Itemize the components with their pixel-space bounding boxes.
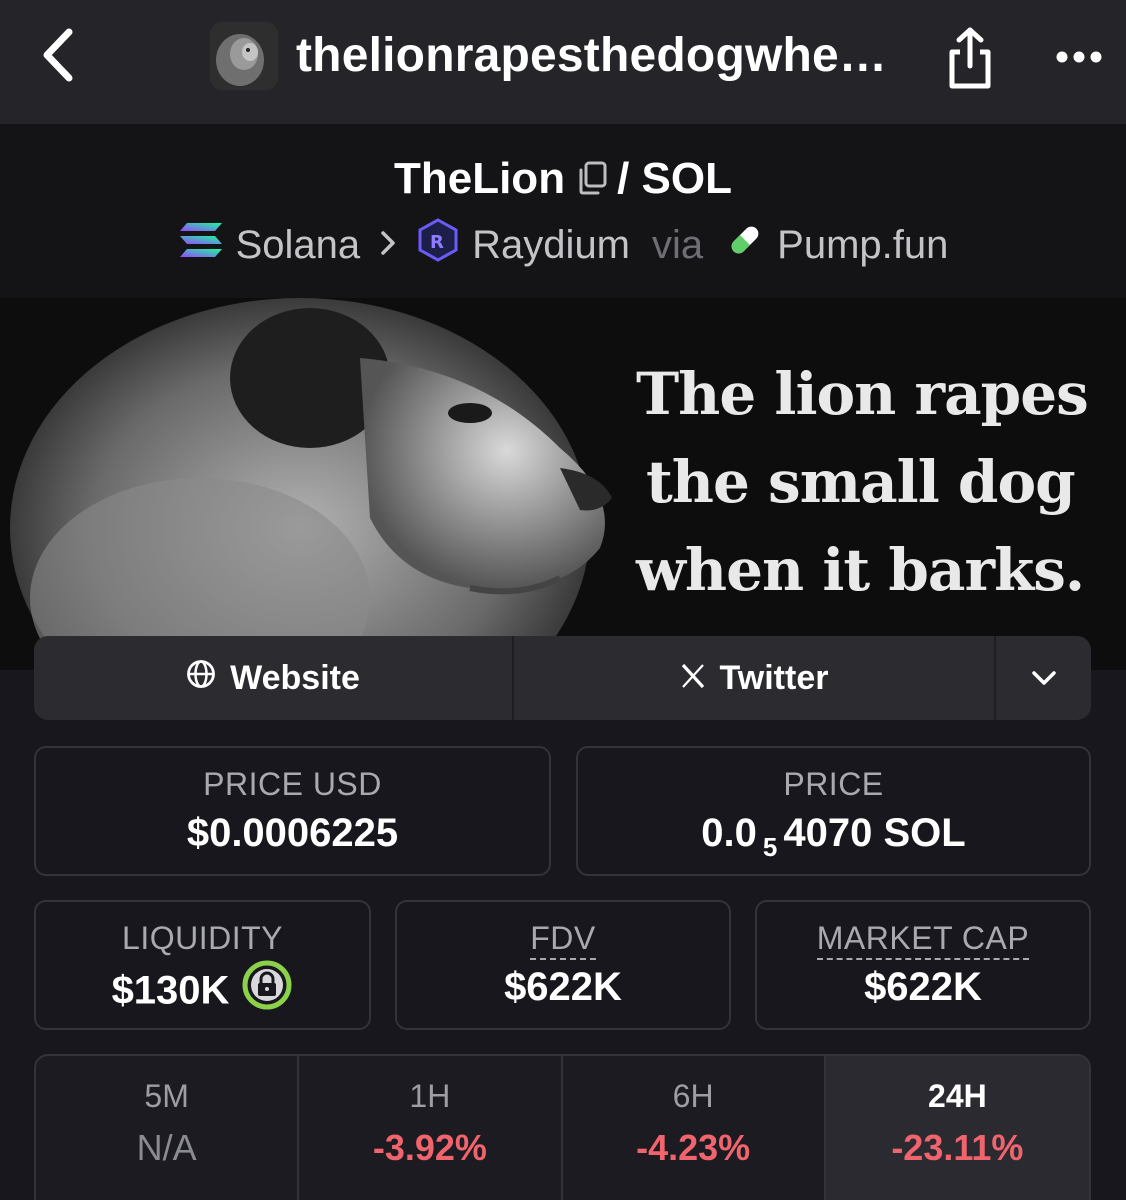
liquidity-value: $130K xyxy=(111,968,230,1013)
price-native-card: PRICE 0.0 5 4070 SOL xyxy=(576,746,1091,876)
fdv-label: FDV xyxy=(530,920,596,960)
liquidity-label: LIQUIDITY xyxy=(122,920,283,956)
pair-title: TheLion / SOL xyxy=(0,154,1126,206)
price-suffix: 4070 SOL xyxy=(783,811,966,855)
chevron-left-icon xyxy=(43,28,73,82)
tab-1h[interactable]: 1H -3.92% xyxy=(299,1056,563,1200)
token-banner-image: The lion rapes the small dog when it bar… xyxy=(0,298,1126,670)
liquidity-value-row: $130K xyxy=(36,960,369,1021)
banner-caption: The lion rapes the small dog when it bar… xyxy=(636,350,1106,614)
site-title: thelionrapesthedogwhe… xyxy=(296,29,888,82)
fdv-card[interactable]: FDV $622K xyxy=(395,900,731,1030)
via-label: via xyxy=(652,222,704,267)
price-usd-label: PRICE USD xyxy=(203,766,382,802)
tab-change-value: -23.11% xyxy=(891,1127,1024,1168)
tab-change-value: N/A xyxy=(136,1127,197,1168)
twitter-label: Twitter xyxy=(719,658,829,697)
x-icon xyxy=(680,659,706,698)
chevron-down-icon xyxy=(1031,671,1056,685)
twitter-button[interactable]: Twitter xyxy=(514,636,996,720)
banner-line: when it barks. xyxy=(636,536,1085,604)
tab-change-value: -4.23% xyxy=(636,1127,751,1168)
quote-token-symbol: SOL xyxy=(641,154,732,203)
more-links-button[interactable] xyxy=(996,636,1091,720)
raydium-icon: R xyxy=(416,218,460,272)
breadcrumb-chevron-icon xyxy=(380,226,396,265)
back-button[interactable] xyxy=(30,22,86,88)
copy-icon[interactable] xyxy=(577,156,607,206)
website-label: Website xyxy=(230,658,360,697)
price-usd-value: $0.0006225 xyxy=(186,811,399,855)
tab-label: 6H xyxy=(672,1078,714,1114)
share-button[interactable] xyxy=(940,22,1000,94)
market-cap-value: $622K xyxy=(864,965,982,1009)
svg-text:R: R xyxy=(430,232,444,253)
price-subscript: 5 xyxy=(762,832,778,862)
price-prefix: 0.0 xyxy=(701,811,757,855)
more-options-button[interactable] xyxy=(1048,30,1110,84)
token-avatar xyxy=(210,22,278,90)
liquidity-card: LIQUIDITY $130K xyxy=(34,900,371,1030)
dex-link[interactable]: Raydium xyxy=(472,223,630,268)
chain-breadcrumb: Solana R Raydium via Pump.fun xyxy=(0,218,1126,272)
tab-5m[interactable]: 5M N/A xyxy=(36,1056,300,1200)
tab-6h[interactable]: 6H -4.23% xyxy=(563,1056,826,1200)
share-icon xyxy=(949,27,991,89)
social-links-bar: Website Twitter xyxy=(34,636,1091,720)
pair-separator: / xyxy=(617,154,630,203)
tab-change-value: -3.92% xyxy=(372,1127,487,1168)
solana-icon xyxy=(178,221,224,269)
price-usd-card: PRICE USD $0.0006225 xyxy=(34,746,551,876)
fdv-value: $622K xyxy=(504,965,622,1009)
price-change-tabs: 5M N/A 1H -3.92% 6H -4.23% 24H -23.11% xyxy=(34,1054,1091,1200)
banner-line: the small dog xyxy=(646,448,1076,516)
tab-label: 24H xyxy=(928,1078,987,1114)
banner-line: The lion rapes xyxy=(636,360,1089,428)
website-button[interactable]: Website xyxy=(34,636,514,720)
market-cap-card[interactable]: MARKET CAP $622K xyxy=(755,900,1091,1030)
base-token-symbol: TheLion xyxy=(393,154,566,203)
pill-icon xyxy=(725,220,765,270)
launchpad-link[interactable]: Pump.fun xyxy=(777,223,948,268)
price-native-value: 0.0 5 4070 SOL xyxy=(578,811,1089,862)
lock-icon[interactable] xyxy=(241,959,293,1021)
top-navigation-bar: thelionrapesthedogwhe… xyxy=(0,0,1126,124)
tab-24h[interactable]: 24H -23.11% xyxy=(825,1056,1089,1200)
ellipsis-icon xyxy=(1056,51,1102,63)
tab-label: 1H xyxy=(409,1078,451,1114)
tab-label: 5M xyxy=(144,1078,189,1114)
market-cap-label: MARKET CAP xyxy=(816,920,1030,960)
chain-link[interactable]: Solana xyxy=(236,223,361,268)
globe-icon xyxy=(186,659,216,698)
price-native-label: PRICE xyxy=(783,766,884,802)
